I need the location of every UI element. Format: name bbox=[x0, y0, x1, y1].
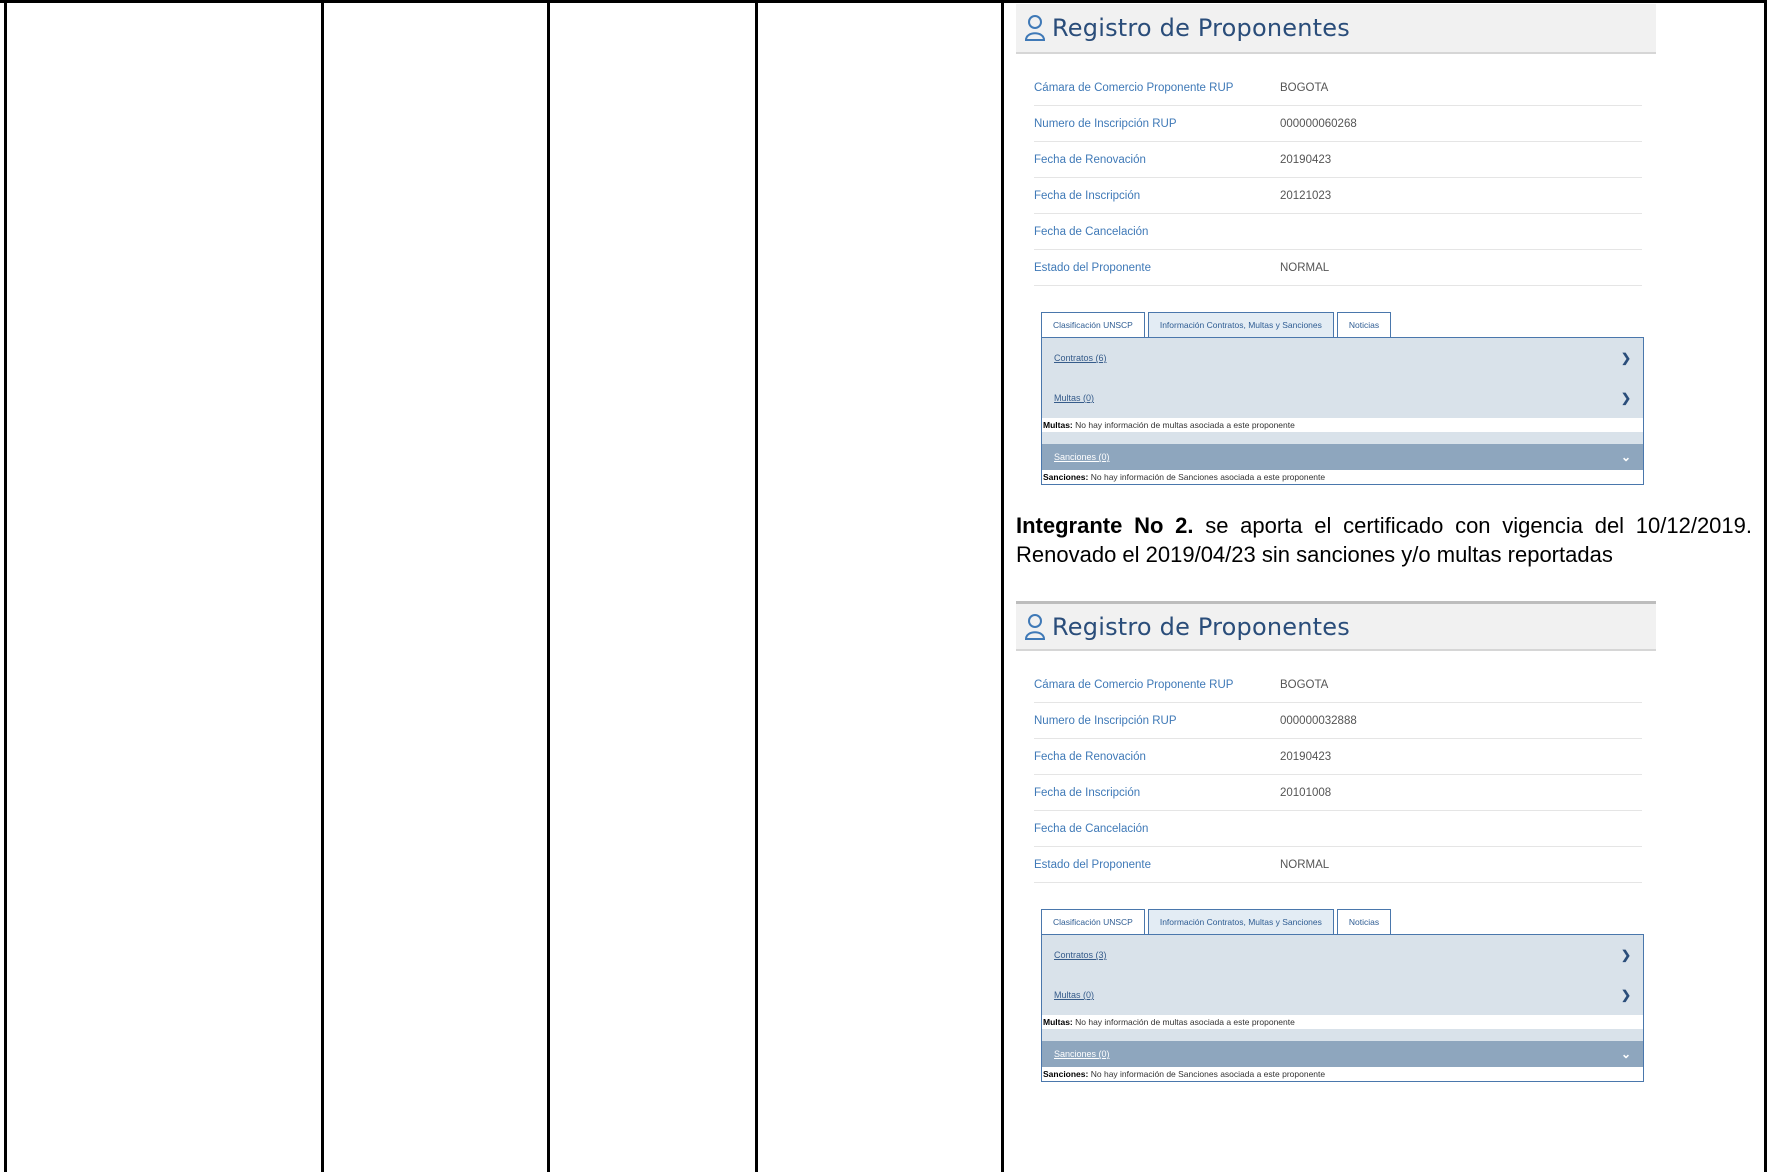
multas-note-text: No hay información de multas asociada a … bbox=[1075, 420, 1295, 430]
field-label: Fecha de Inscripción bbox=[1034, 786, 1141, 799]
field-label: Fecha de Cancelación bbox=[1034, 225, 1149, 238]
field-label: Fecha de Inscripción bbox=[1034, 189, 1141, 202]
person-icon bbox=[1024, 613, 1046, 640]
field-value: 20121023 bbox=[1280, 189, 1332, 202]
sanciones-note-label: Sanciones: bbox=[1043, 1069, 1089, 1079]
field-value: 20190423 bbox=[1280, 750, 1332, 763]
tab-noticias[interactable]: Noticias bbox=[1336, 312, 1392, 337]
rup-fields: Cámara de Comercio Proponente RUP BOGOTA … bbox=[1034, 70, 1642, 286]
sanciones-link[interactable]: Sanciones (0) bbox=[1054, 1049, 1110, 1059]
multas-note: Multas: No hay información de multas aso… bbox=[1042, 418, 1643, 432]
field-row: Fecha de Cancelación bbox=[1034, 811, 1642, 847]
tab-bar: Clasificación UNSCP Información Contrato… bbox=[1041, 311, 1644, 337]
field-row: Numero de Inscripción RUP 000000032888 bbox=[1034, 703, 1642, 739]
tab-informacion[interactable]: Información Contratos, Multas y Sancione… bbox=[1147, 909, 1334, 934]
multas-note-label: Multas: bbox=[1043, 420, 1073, 430]
accordion-multas[interactable]: Multas (0) ❯ bbox=[1042, 378, 1643, 418]
tab-clasificacion[interactable]: Clasificación UNSCP bbox=[1041, 312, 1145, 337]
field-row: Fecha de Inscripción 20121023 bbox=[1034, 178, 1642, 214]
accordion-sanciones[interactable]: Sanciones (0) ⌄ bbox=[1042, 1041, 1643, 1067]
field-value: 20190423 bbox=[1280, 153, 1332, 166]
chevron-down-icon: ⌄ bbox=[1620, 1047, 1631, 1061]
field-row: Fecha de Cancelación bbox=[1034, 214, 1642, 250]
sanciones-link[interactable]: Sanciones (0) bbox=[1054, 452, 1110, 462]
rup-block-2: Registro de Proponentes Cámara de Comerc… bbox=[1016, 601, 1656, 1082]
tab-clasificacion[interactable]: Clasificación UNSCP bbox=[1041, 909, 1145, 934]
rup-tabs-section: Clasificación UNSCP Información Contrato… bbox=[1041, 908, 1644, 1082]
sanciones-note: Sanciones: No hay información de Sancion… bbox=[1042, 470, 1643, 484]
field-row: Estado del Proponente NORMAL bbox=[1034, 250, 1642, 286]
chevron-down-icon: ⌄ bbox=[1620, 450, 1631, 464]
field-row: Cámara de Comercio Proponente RUP BOGOTA bbox=[1034, 70, 1642, 106]
field-value: 000000032888 bbox=[1280, 714, 1357, 727]
rup-header: Registro de Proponentes bbox=[1016, 601, 1656, 651]
rup-block-1: Registro de Proponentes Cámara de Comerc… bbox=[1016, 4, 1656, 485]
field-label: Numero de Inscripción RUP bbox=[1034, 117, 1177, 130]
sanciones-note-text: No hay información de Sanciones asociada… bbox=[1090, 472, 1326, 482]
field-label: Estado del Proponente bbox=[1034, 261, 1152, 274]
chevron-right-icon: ❯ bbox=[1620, 351, 1631, 365]
integrante-paragraph: Integrante No 2. se aporta el certificad… bbox=[1016, 511, 1752, 569]
person-icon bbox=[1024, 15, 1046, 41]
field-row: Fecha de Renovación 20190423 bbox=[1034, 739, 1642, 775]
field-value: 000000060268 bbox=[1280, 117, 1357, 130]
multas-note-text: No hay información de multas asociada a … bbox=[1075, 1017, 1295, 1027]
multas-note-label: Multas: bbox=[1043, 1017, 1073, 1027]
field-value: 20101008 bbox=[1280, 786, 1332, 799]
field-value: BOGOTA bbox=[1280, 81, 1329, 94]
field-value: NORMAL bbox=[1280, 858, 1330, 871]
contratos-link[interactable]: Contratos (3) bbox=[1054, 950, 1107, 960]
tab-panel: Contratos (3) ❯ Multas (0) ❯ Multas: No … bbox=[1041, 934, 1644, 1082]
tab-informacion[interactable]: Información Contratos, Multas y Sancione… bbox=[1147, 312, 1334, 337]
table-column-border bbox=[1001, 0, 1004, 1172]
rup-header: Registro de Proponentes bbox=[1016, 4, 1656, 54]
sanciones-note-text: No hay información de Sanciones asociada… bbox=[1090, 1069, 1326, 1079]
sanciones-note: Sanciones: No hay información de Sancion… bbox=[1042, 1067, 1643, 1081]
panel-spacer bbox=[1042, 432, 1643, 444]
field-label: Estado del Proponente bbox=[1034, 858, 1152, 871]
field-label: Cámara de Comercio Proponente RUP bbox=[1034, 678, 1234, 691]
contratos-link[interactable]: Contratos (6) bbox=[1054, 353, 1107, 363]
table-top-border bbox=[0, 0, 1767, 3]
field-label: Fecha de Renovación bbox=[1034, 750, 1146, 763]
tab-noticias[interactable]: Noticias bbox=[1336, 909, 1392, 934]
multas-link[interactable]: Multas (0) bbox=[1054, 990, 1094, 1000]
rup-title: Registro de Proponentes bbox=[1052, 14, 1350, 42]
field-value: NORMAL bbox=[1280, 261, 1330, 274]
field-row: Cámara de Comercio Proponente RUP BOGOTA bbox=[1034, 667, 1642, 703]
field-label: Fecha de Cancelación bbox=[1034, 822, 1149, 835]
field-row: Estado del Proponente NORMAL bbox=[1034, 847, 1642, 883]
chevron-right-icon: ❯ bbox=[1620, 988, 1631, 1002]
chevron-right-icon: ❯ bbox=[1620, 391, 1631, 405]
table-column-border bbox=[4, 0, 7, 1172]
rup-title: Registro de Proponentes bbox=[1052, 612, 1350, 641]
chevron-right-icon: ❯ bbox=[1620, 948, 1631, 962]
field-label: Cámara de Comercio Proponente RUP bbox=[1034, 81, 1234, 94]
rup-fields: Cámara de Comercio Proponente RUP BOGOTA … bbox=[1034, 667, 1642, 883]
sanciones-note-label: Sanciones: bbox=[1043, 472, 1089, 482]
tab-panel: Contratos (6) ❯ Multas (0) ❯ Multas: No … bbox=[1041, 337, 1644, 485]
table-column-border bbox=[321, 0, 324, 1172]
field-row: Numero de Inscripción RUP 000000060268 bbox=[1034, 106, 1642, 142]
table-column-border bbox=[755, 0, 758, 1172]
field-value: BOGOTA bbox=[1280, 678, 1329, 691]
accordion-contratos[interactable]: Contratos (6) ❯ bbox=[1042, 338, 1643, 378]
multas-link[interactable]: Multas (0) bbox=[1054, 393, 1094, 403]
field-row: Fecha de Inscripción 20101008 bbox=[1034, 775, 1642, 811]
tab-bar: Clasificación UNSCP Información Contrato… bbox=[1041, 908, 1644, 934]
accordion-contratos[interactable]: Contratos (3) ❯ bbox=[1042, 935, 1643, 975]
field-row: Fecha de Renovación 20190423 bbox=[1034, 142, 1642, 178]
field-label: Fecha de Renovación bbox=[1034, 153, 1146, 166]
integrante-heading: Integrante No 2. bbox=[1016, 513, 1194, 538]
multas-note: Multas: No hay información de multas aso… bbox=[1042, 1015, 1643, 1029]
field-label: Numero de Inscripción RUP bbox=[1034, 714, 1177, 727]
rup-tabs-section: Clasificación UNSCP Información Contrato… bbox=[1041, 311, 1644, 485]
accordion-multas[interactable]: Multas (0) ❯ bbox=[1042, 975, 1643, 1015]
panel-spacer bbox=[1042, 1029, 1643, 1041]
table-column-border bbox=[547, 0, 550, 1172]
accordion-sanciones[interactable]: Sanciones (0) ⌄ bbox=[1042, 444, 1643, 470]
